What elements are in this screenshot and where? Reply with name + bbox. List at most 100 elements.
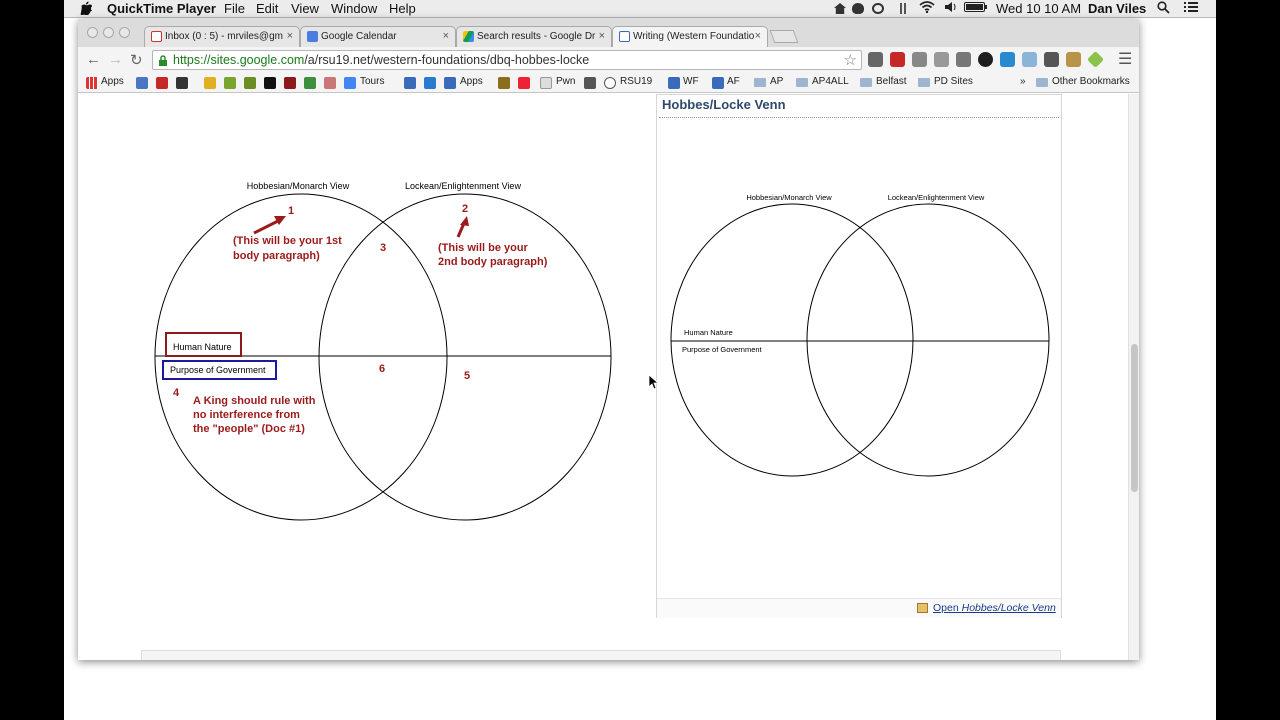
note-body-paragraph-1-line2: body paragraph)	[233, 250, 320, 262]
tab-close-icon[interactable]: ×	[755, 30, 761, 42]
tab-strip: Inbox (0 : 5) - mrviles@gm × Google Cale…	[78, 19, 1139, 47]
tab-gmail[interactable]: Inbox (0 : 5) - mrviles@gm ×	[144, 26, 300, 47]
address-bar[interactable]: https://sites.google.com/a/rsu19.net/wes…	[152, 50, 862, 70]
tab-title: Google Calendar	[321, 31, 397, 42]
left-circle-title: Hobbesian/Monarch View	[247, 181, 350, 191]
folder-icon	[918, 78, 930, 87]
note-king-line3: the "people" (Doc #1)	[193, 423, 305, 435]
evernote-icon[interactable]	[852, 3, 864, 14]
reload-icon[interactable]: ↻	[130, 51, 143, 69]
region-number-1: 1	[288, 205, 294, 217]
mouse-cursor-icon	[648, 374, 658, 390]
extension-icon[interactable]	[1066, 52, 1081, 67]
menu-edit[interactable]: Edit	[256, 1, 278, 16]
bookmark-tours[interactable]: Tours	[360, 76, 384, 87]
notification-center-icon[interactable]	[1184, 1, 1198, 16]
tab-close-icon[interactable]: ×	[599, 30, 605, 42]
vertical-scrollbar[interactable]	[1128, 94, 1139, 660]
bookmark-folder-belfast[interactable]: Belfast	[876, 76, 907, 87]
gadget-venn-diagram[interactable]: Hobbesian/Monarch View Lockean/Enlighten…	[667, 190, 1057, 490]
bookmark-overflow-chevron[interactable]: »	[1020, 76, 1026, 87]
tab-google-drive-search[interactable]: Search results - Google Dr ×	[456, 26, 612, 47]
folder-icon	[796, 78, 808, 87]
note-king-line2: no interference from	[193, 409, 300, 421]
extension-icon[interactable]	[1000, 52, 1015, 67]
bookmark-folder-pd-sites[interactable]: PD Sites	[934, 76, 973, 87]
time-machine-icon[interactable]	[872, 3, 884, 14]
wifi-icon[interactable]	[919, 1, 935, 16]
menu-view[interactable]: View	[291, 1, 319, 16]
extension-icon[interactable]	[978, 52, 993, 67]
home-icon[interactable]	[834, 3, 846, 14]
bluetooth-icon[interactable]	[900, 3, 906, 14]
clock[interactable]: Wed 10 10 AM	[996, 1, 1081, 16]
bookmark-icon[interactable]	[324, 77, 336, 89]
bookmark-folder-ap[interactable]: AP	[770, 76, 783, 87]
tab-google-calendar[interactable]: Google Calendar ×	[300, 26, 456, 47]
page-content: Hobbesian/Monarch View Lockean/Enlighten…	[78, 94, 1139, 660]
bookmark-folder-ap4all[interactable]: AP4ALL	[812, 76, 849, 87]
bookmark-icon[interactable]	[518, 77, 530, 89]
gadget-divider	[659, 117, 1059, 118]
bookmark-icon[interactable]	[404, 77, 416, 89]
calendar-icon	[307, 31, 318, 42]
scrollbar-thumb[interactable]	[1131, 344, 1138, 492]
chrome-menu-icon[interactable]: ☰	[1118, 49, 1132, 69]
bookmark-icon[interactable]	[204, 77, 216, 89]
region-number-5: 5	[464, 370, 470, 382]
bookmark-apps-2[interactable]: Apps	[460, 76, 483, 87]
bookmark-icon[interactable]	[176, 77, 188, 89]
mac-menu-bar: QuickTime Player File Edit View Window H…	[64, 0, 1216, 18]
bookmark-af[interactable]: AF	[727, 76, 740, 87]
spotlight-search-icon[interactable]	[1157, 1, 1170, 17]
menu-file[interactable]: File	[224, 1, 245, 16]
tab-close-icon[interactable]: ×	[443, 30, 449, 42]
bookmark-icon[interactable]	[498, 77, 510, 89]
right-circle-title: Lockean/Enlightenment View	[405, 181, 521, 191]
bookmark-icon[interactable]	[284, 77, 296, 89]
extension-icon[interactable]	[1044, 52, 1059, 67]
apple-menu-icon[interactable]	[80, 1, 93, 18]
bookmark-icon[interactable]	[156, 77, 168, 89]
bookmark-icon[interactable]	[136, 77, 148, 89]
bookmark-icon[interactable]	[444, 77, 456, 89]
bookmark-star-icon[interactable]: ☆	[844, 51, 857, 69]
window-minimize-button[interactable]	[103, 27, 114, 38]
extension-icon[interactable]	[1022, 52, 1037, 67]
embedded-drawing-gadget: Hobbes/Locke Venn Hobbesian/Monarch View…	[656, 94, 1062, 618]
open-drawing-link[interactable]: Open Hobbes/Locke Venn	[933, 602, 1056, 614]
extension-icon[interactable]	[912, 52, 927, 67]
tab-close-icon[interactable]: ×	[287, 30, 293, 42]
bookmark-icon[interactable]	[344, 77, 356, 89]
bookmark-apps[interactable]: Apps	[101, 76, 124, 87]
lock-icon	[158, 55, 168, 66]
gmail-checker-icon[interactable]	[890, 52, 905, 67]
bookmark-rsu19[interactable]: RSU19	[620, 76, 652, 87]
window-close-button[interactable]	[87, 27, 98, 38]
bookmark-icon[interactable]	[584, 77, 596, 89]
bookmark-folder-other[interactable]: Other Bookmarks	[1052, 76, 1130, 87]
bookmark-icon	[604, 77, 616, 89]
menu-help[interactable]: Help	[389, 1, 416, 16]
bookmark-icon[interactable]	[224, 77, 236, 89]
bookmark-icon[interactable]	[264, 77, 276, 89]
bookmark-wf[interactable]: WF	[683, 76, 699, 87]
volume-icon[interactable]	[944, 1, 958, 16]
left-circle	[670, 203, 914, 477]
menu-window[interactable]: Window	[331, 1, 377, 16]
extension-icon[interactable]	[934, 52, 949, 67]
bookmark-icon[interactable]	[424, 77, 436, 89]
window-zoom-button[interactable]	[119, 27, 130, 38]
back-arrow-icon[interactable]: ←	[86, 51, 101, 68]
tab-writing-western-foundations[interactable]: Writing (Western Foundatio ×	[612, 26, 768, 47]
extension-icon[interactable]	[956, 52, 971, 67]
extension-icon[interactable]	[868, 52, 883, 67]
bookmark-icon[interactable]	[244, 77, 256, 89]
note-body-paragraph-2-line2: 2nd body paragraph)	[438, 256, 548, 268]
bookmark-icon[interactable]	[304, 77, 316, 89]
app-menu[interactable]: QuickTime Player	[107, 1, 216, 16]
new-tab-button[interactable]	[769, 30, 799, 43]
user-name[interactable]: Dan Viles	[1088, 1, 1146, 16]
forward-arrow-icon[interactable]: →	[108, 51, 123, 68]
bookmark-pwn[interactable]: Pwn	[556, 76, 575, 87]
